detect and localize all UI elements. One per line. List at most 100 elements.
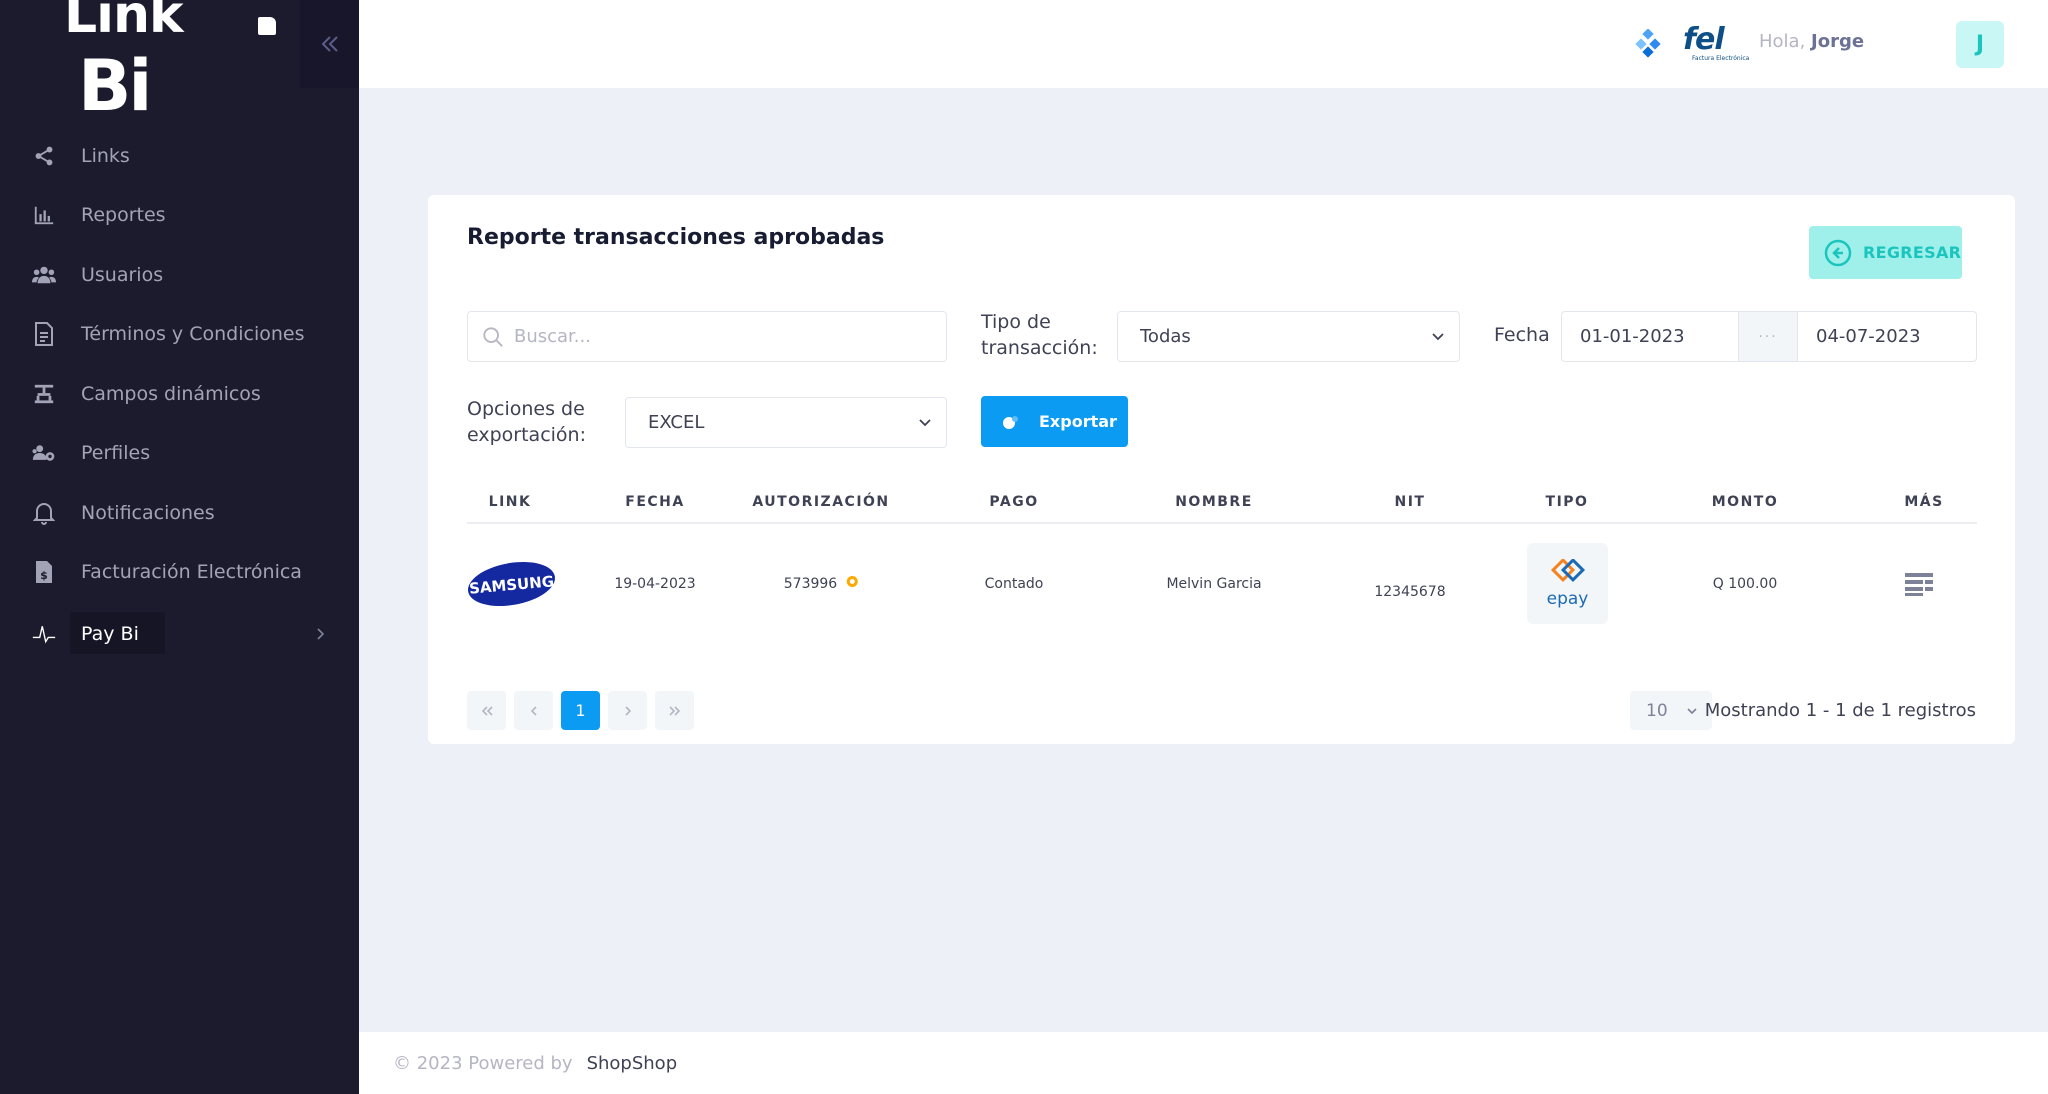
chevron-down-icon: [919, 418, 931, 426]
sidebar-item-pay-bi[interactable]: Pay Bi: [0, 604, 359, 664]
chevron-left-icon: [530, 705, 537, 716]
page-size-select[interactable]: 10: [1630, 691, 1712, 730]
column-header-nombre[interactable]: NOMBRE: [1175, 494, 1253, 510]
logo-text: Link Bi: [64, 0, 184, 127]
authorization-number: 573996: [783, 576, 838, 592]
back-button-label: REGRESAR: [1863, 243, 1962, 262]
column-header-link[interactable]: LINK: [489, 494, 532, 510]
export-format-select[interactable]: EXCEL: [625, 397, 947, 448]
sidebar-item-label: Perfiles: [81, 442, 151, 465]
column-header-fecha[interactable]: FECHA: [625, 494, 684, 510]
pagination-summary: Mostrando 1 - 1 de 1 registros: [1704, 700, 1976, 721]
cell-autorizacion: 573996: [783, 576, 859, 592]
cell-nombre: Melvin Garcia: [1166, 576, 1262, 592]
export-options-label-line1: Opciones de: [467, 398, 585, 420]
chevron-right-icon: [317, 628, 325, 640]
logo-mark-icon: [258, 17, 276, 35]
table-row: SAMSUNG 19-04-2023 573996 Contado Melvin…: [467, 524, 1977, 644]
fel-logo-text: fel: [1683, 22, 1725, 57]
double-chevron-left-icon: [481, 705, 493, 716]
last-page-button[interactable]: [655, 691, 694, 730]
sidebar-nav: Links Reportes Usuarios Términos y Condi…: [0, 126, 359, 664]
cell-pago: Contado: [984, 576, 1044, 592]
chevron-down-icon: [1687, 707, 1697, 714]
sidebar-item-usuarios[interactable]: Usuarios: [0, 245, 359, 305]
invoice-icon: $: [32, 560, 56, 584]
date-range-picker: 01-01-2023 ··· 04-07-2023: [1561, 311, 1977, 362]
sidebar-item-label: Notificaciones: [81, 501, 215, 524]
sidebar-item-label: Usuarios: [81, 263, 164, 286]
epay-logo: epay: [1527, 543, 1608, 624]
sidebar-item-terminos[interactable]: Términos y Condiciones: [0, 305, 359, 365]
column-header-autorizacion[interactable]: AUTORIZACIÓN: [752, 494, 889, 510]
column-header-mas[interactable]: MÁS: [1904, 494, 1943, 510]
next-page-button[interactable]: [608, 691, 647, 730]
svg-text:$: $: [40, 569, 48, 582]
pay-bi-icon: [32, 622, 56, 646]
page-button-1[interactable]: 1: [561, 691, 600, 730]
arrow-left-circle-icon: [1824, 239, 1852, 266]
cell-nit: 12345678: [1374, 584, 1446, 601]
transaction-type-label-line2: transacción:: [981, 337, 1098, 359]
sidebar-item-label: Campos dinámicos: [81, 382, 261, 405]
footer-copyright: © 2023 Powered by: [393, 1052, 573, 1074]
page-title: Reporte transacciones aprobadas: [467, 225, 885, 250]
share-icon: [32, 144, 56, 168]
diamonds-icon[interactable]: [1633, 29, 1663, 59]
fel-logo-subtitle: Factura Electrónica: [1692, 55, 1750, 62]
sidebar-item-facturacion[interactable]: $ Facturación Electrónica: [0, 543, 359, 603]
table-header: LINK FECHA AUTORIZACIÓN PAGO NOMBRE NIT …: [467, 480, 1977, 524]
sidebar-item-links[interactable]: Links: [0, 126, 359, 186]
column-header-tipo[interactable]: TIPO: [1546, 494, 1589, 510]
sidebar-item-notificaciones[interactable]: Notificaciones: [0, 483, 359, 543]
export-format-value: EXCEL: [648, 412, 705, 433]
fel-logo[interactable]: fel Factura Electrónica: [1683, 22, 1755, 64]
cell-monto: Q 100.00: [1712, 576, 1778, 592]
search-box: [467, 311, 947, 362]
user-avatar[interactable]: J: [1956, 21, 2004, 68]
epay-mark-icon: [1550, 558, 1585, 582]
export-button-label: Exportar: [1039, 412, 1117, 431]
epay-logo-text: epay: [1546, 588, 1589, 609]
footer-brand-link[interactable]: ShopShop: [587, 1053, 678, 1074]
column-header-monto[interactable]: MONTO: [1712, 494, 1779, 510]
users-icon: [32, 263, 56, 287]
user-greeting: Hola, Jorge: [1759, 31, 1864, 52]
fields-icon: [32, 382, 56, 406]
date-range-separator: ···: [1738, 312, 1798, 361]
search-input[interactable]: [514, 326, 914, 347]
column-header-pago[interactable]: PAGO: [989, 494, 1038, 510]
fecha-label: Fecha: [1494, 324, 1550, 346]
sidebar: Link Bi Links Reportes Usuarios Términos…: [0, 0, 359, 1094]
double-chevron-left-icon: [321, 36, 338, 52]
transaction-type-value: Todas: [1140, 326, 1191, 347]
column-header-nit[interactable]: NIT: [1395, 494, 1426, 510]
bar-chart-icon: [32, 203, 56, 227]
sidebar-item-perfiles[interactable]: Perfiles: [0, 424, 359, 484]
document-icon: [32, 322, 56, 347]
sidebar-item-label: Facturación Electrónica: [81, 561, 302, 584]
toggle-icon: [1002, 414, 1022, 429]
first-page-button[interactable]: [467, 691, 506, 730]
pagination: 1: [467, 691, 694, 730]
back-button[interactable]: REGRESAR: [1809, 226, 1962, 279]
export-options-label: Opciones de exportación:: [467, 396, 586, 448]
date-to-input[interactable]: 04-07-2023: [1798, 312, 1974, 361]
samsung-logo: SAMSUNG: [468, 561, 555, 607]
status-dot-icon: [847, 576, 859, 587]
sidebar-collapse-button[interactable]: [300, 0, 359, 88]
previous-page-button[interactable]: [514, 691, 553, 730]
more-options-icon[interactable]: [1905, 572, 1933, 596]
app-logo[interactable]: Link Bi: [64, 0, 284, 127]
bell-icon: [32, 501, 56, 525]
double-chevron-right-icon: [668, 705, 680, 716]
user-name: Jorge: [1811, 31, 1865, 52]
transactions-table: LINK FECHA AUTORIZACIÓN PAGO NOMBRE NIT …: [467, 480, 1977, 644]
export-button[interactable]: Exportar: [981, 396, 1128, 447]
transaction-type-label-line1: Tipo de: [981, 311, 1051, 333]
date-from-input[interactable]: 01-01-2023: [1562, 312, 1738, 361]
sidebar-item-campos[interactable]: Campos dinámicos: [0, 364, 359, 424]
sidebar-item-reportes[interactable]: Reportes: [0, 186, 359, 246]
transaction-type-select[interactable]: Todas: [1117, 311, 1460, 362]
chevron-down-icon: [1432, 332, 1444, 340]
